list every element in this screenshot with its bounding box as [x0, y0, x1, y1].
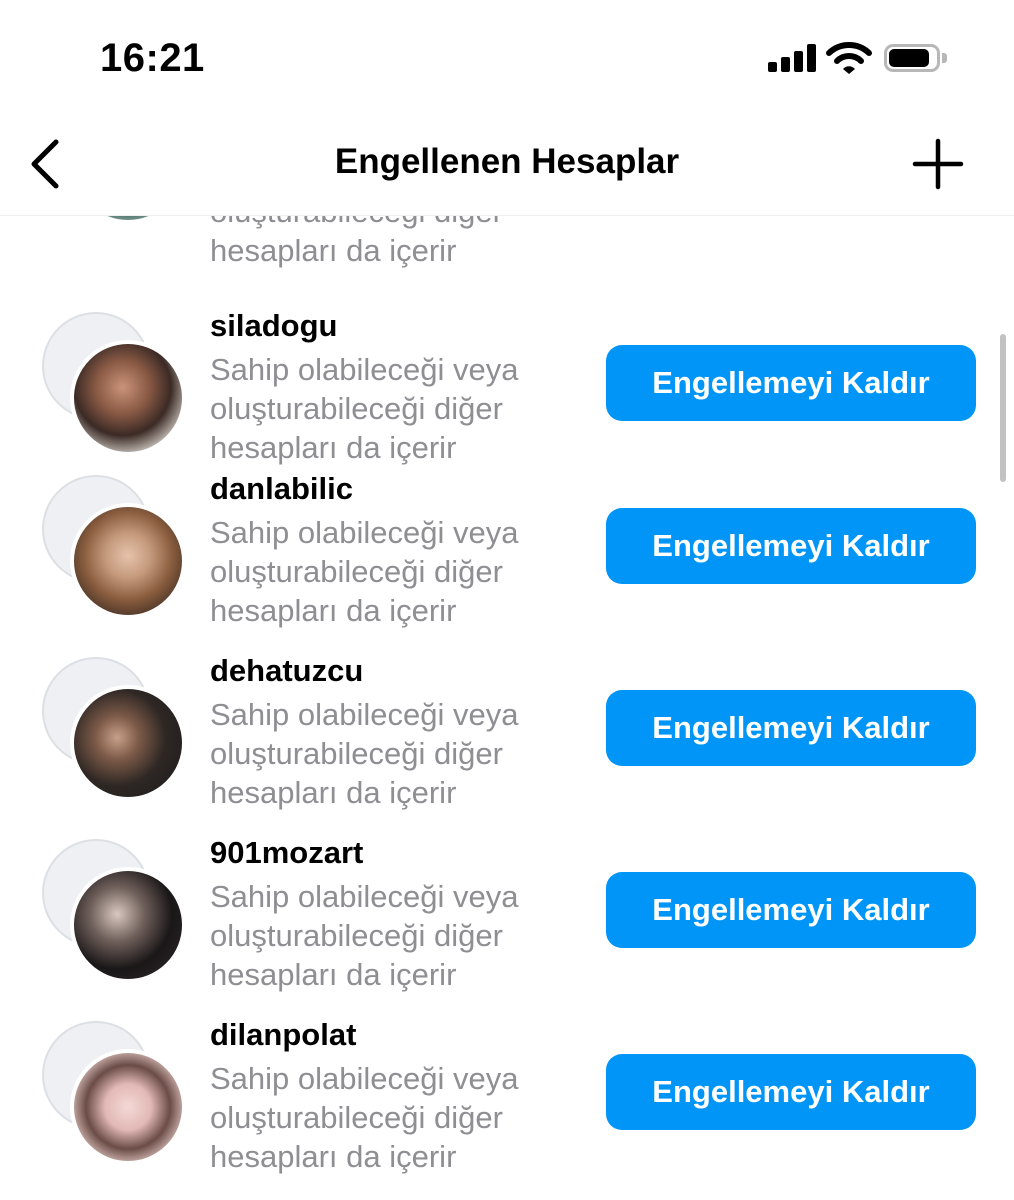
avatar[interactable]	[42, 839, 188, 985]
list-item: 901mozart Sahip olabileceği veya oluştur…	[0, 831, 1014, 1013]
cellular-signal-icon	[768, 44, 816, 72]
avatar[interactable]	[42, 312, 188, 458]
item-username[interactable]: siladogu	[210, 308, 337, 344]
page-title: Engellenen Hesaplar	[334, 142, 680, 181]
avatar[interactable]	[42, 216, 188, 226]
item-username[interactable]: 901mozart	[210, 835, 363, 871]
list-item: dehatuzcu Sahip olabileceği veya oluştur…	[0, 649, 1014, 831]
unblock-button[interactable]: Engellemeyi Kaldır	[606, 690, 976, 766]
status-bar: 16:21	[0, 0, 1014, 110]
item-username[interactable]: dehatuzcu	[210, 653, 363, 689]
scrollbar[interactable]	[1000, 334, 1006, 482]
item-description: Sahip olabileceği veya oluşturabileceği …	[210, 879, 519, 992]
nav-header: Engellenen Hesaplar	[0, 110, 1014, 216]
unblock-button[interactable]: Engellemeyi Kaldır	[606, 508, 976, 584]
item-username[interactable]: dilanpolat	[210, 1017, 356, 1053]
plus-icon[interactable]	[912, 138, 964, 190]
item-description: Sahip olabileceği veya oluşturabileceği …	[210, 697, 519, 810]
status-time: 16:21	[100, 36, 205, 80]
item-description-line2: hesapları da içerir	[210, 233, 457, 268]
battery-icon	[884, 44, 947, 72]
item-description: Sahip olabileceği veya oluşturabileceği …	[210, 352, 519, 465]
list-item-partial: oluşturabileceği diğer hesapları da içer…	[0, 216, 1014, 268]
item-description: Sahip olabileceği veya oluşturabileceği …	[210, 1061, 519, 1174]
unblock-button[interactable]: Engellemeyi Kaldır	[606, 872, 976, 948]
avatar[interactable]	[42, 475, 188, 621]
blocked-accounts-list[interactable]: oluşturabileceği diğer hesapları da içer…	[0, 216, 1014, 1200]
item-username[interactable]: danlabilic	[210, 471, 353, 507]
item-description: Sahip olabileceği veya oluşturabileceği …	[210, 515, 519, 628]
avatar[interactable]	[42, 657, 188, 803]
avatar[interactable]	[42, 1021, 188, 1167]
wifi-icon	[826, 42, 872, 74]
list-item: danlabilic Sahip olabileceği veya oluştu…	[0, 467, 1014, 649]
list-item: dilanpolat Sahip olabileceği veya oluştu…	[0, 1013, 1014, 1195]
list-item: siladogu Sahip olabileceği veya oluştura…	[0, 304, 1014, 486]
unblock-button[interactable]: Engellemeyi Kaldır	[606, 345, 976, 421]
unblock-button[interactable]: Engellemeyi Kaldır	[606, 1054, 976, 1130]
item-description-line1: oluşturabileceği diğer	[210, 216, 590, 231]
